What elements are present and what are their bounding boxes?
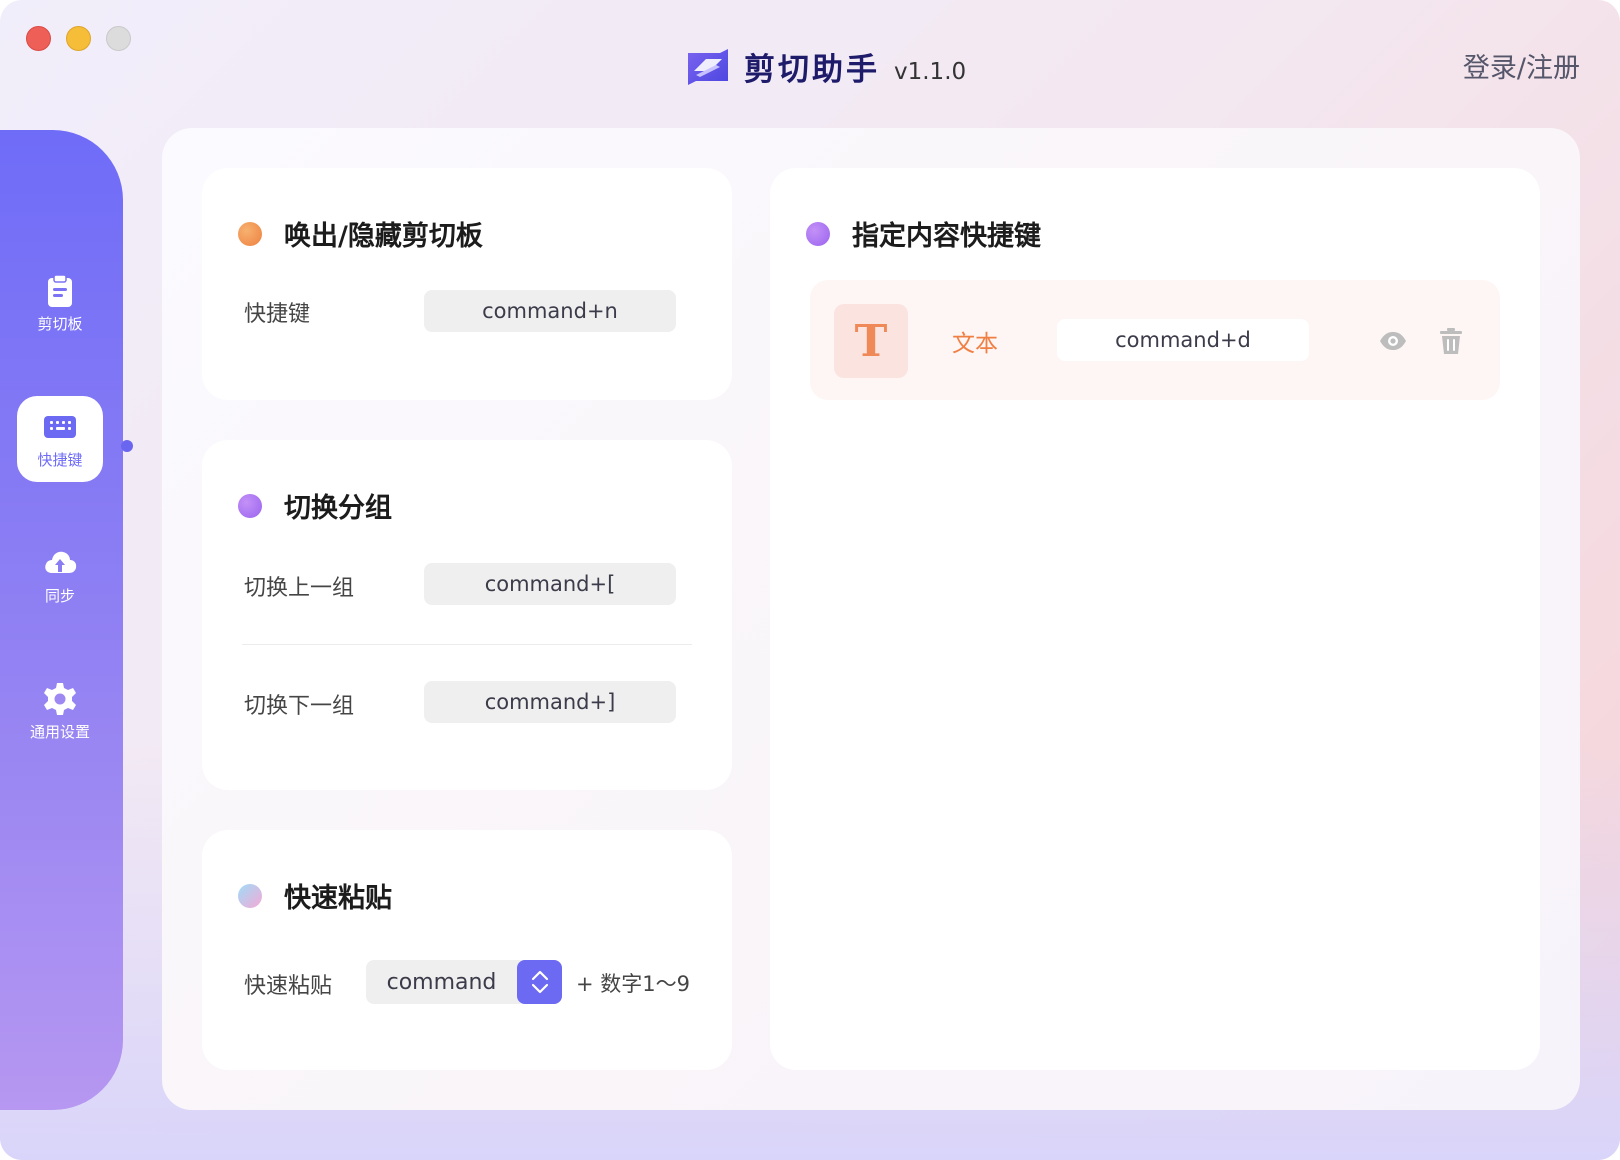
quick-paste-modifier-select[interactable]: command: [366, 960, 562, 1004]
sidebar-item-label: 剪切板: [37, 314, 83, 333]
quick-paste-label: 快速粘贴: [244, 974, 333, 999]
sidebar-item-label: 快捷键: [37, 450, 83, 469]
login-register-link[interactable]: 登录/注册: [1463, 46, 1580, 85]
purple-dot-icon: [806, 221, 830, 246]
select-arrow-button[interactable]: [517, 960, 562, 1004]
row-divider: [242, 644, 692, 645]
text-type-icon: T: [834, 304, 908, 378]
card-toggle-clipboard: 唤出/隐藏剪切板 快捷键 command+n: [202, 168, 732, 400]
card-title-text: 指定内容快捷键: [852, 221, 1041, 252]
keyboard-icon: [44, 415, 76, 438]
shortcut-label: 快捷键: [244, 302, 311, 327]
sidebar-item-label: 通用设置: [29, 722, 90, 741]
trash-icon: [1440, 328, 1462, 354]
card-title: 快速粘贴: [238, 876, 392, 915]
quick-paste-suffix: + 数字1～9: [576, 972, 690, 996]
app-window: 剪切助手 v1.1.0 登录/注册 剪切板 快捷键 同步 通用设置 唤出/隐藏剪…: [0, 0, 1620, 1160]
select-value: command: [386, 969, 497, 995]
sidebar-item-label: 同步: [44, 586, 75, 605]
card-title-text: 切换分组: [284, 493, 392, 524]
main-panel: 唤出/隐藏剪切板 快捷键 command+n 切换分组 切换上一组 comman…: [162, 128, 1580, 1110]
app-logo-icon: [688, 48, 728, 85]
next-group-shortcut-input[interactable]: command+]: [424, 681, 676, 723]
prev-group-shortcut-input[interactable]: command+[: [424, 563, 676, 605]
card-content-shortcuts: 指定内容快捷键 T 文本 command+d: [770, 168, 1540, 1070]
close-window-button[interactable]: [26, 26, 51, 51]
eye-icon: [1380, 332, 1406, 350]
app-title: 剪切助手: [744, 52, 880, 88]
sidebar: 剪切板 快捷键 同步 通用设置: [0, 130, 123, 1110]
purple-dot-icon: [238, 493, 262, 518]
content-type-label: 文本: [952, 331, 998, 357]
gradient-dot-icon: [238, 883, 262, 908]
zoom-window-button[interactable]: [106, 26, 131, 51]
window-controls: [26, 26, 131, 51]
sidebar-item-clipboard[interactable]: 剪切板: [17, 260, 103, 346]
chevron-up-down-icon: [531, 970, 548, 994]
card-switch-group: 切换分组 切换上一组 command+[ 切换下一组 command+]: [202, 440, 732, 790]
card-title: 指定内容快捷键: [806, 214, 1041, 253]
card-title-text: 快速粘贴: [284, 883, 392, 914]
active-indicator-dot: [121, 440, 133, 452]
app-brand: 剪切助手 v1.1.0: [686, 44, 966, 89]
sidebar-item-shortcuts[interactable]: 快捷键: [17, 396, 103, 482]
delete-button[interactable]: [1436, 326, 1466, 356]
card-title-text: 唤出/隐藏剪切板: [284, 221, 483, 252]
minimize-window-button[interactable]: [66, 26, 91, 51]
preview-button[interactable]: [1378, 326, 1408, 356]
card-quick-paste: 快速粘贴 快速粘贴 command + 数字1～9: [202, 830, 732, 1070]
orange-dot-icon: [238, 221, 262, 246]
card-title: 唤出/隐藏剪切板: [238, 214, 483, 253]
app-version: v1.1.0: [894, 58, 967, 85]
content-shortcut-input[interactable]: command+d: [1057, 319, 1309, 361]
sidebar-item-sync[interactable]: 同步: [17, 532, 103, 618]
prev-group-label: 切换上一组: [244, 576, 355, 601]
content-shortcut-item: T 文本 command+d: [810, 280, 1500, 400]
gear-icon: [44, 682, 76, 715]
sidebar-item-settings[interactable]: 通用设置: [17, 668, 103, 754]
clipboard-icon: [48, 273, 72, 307]
cloud-upload-icon: [45, 551, 77, 573]
toggle-shortcut-input[interactable]: command+n: [424, 290, 676, 332]
next-group-label: 切换下一组: [244, 694, 355, 719]
card-title: 切换分组: [238, 486, 392, 525]
